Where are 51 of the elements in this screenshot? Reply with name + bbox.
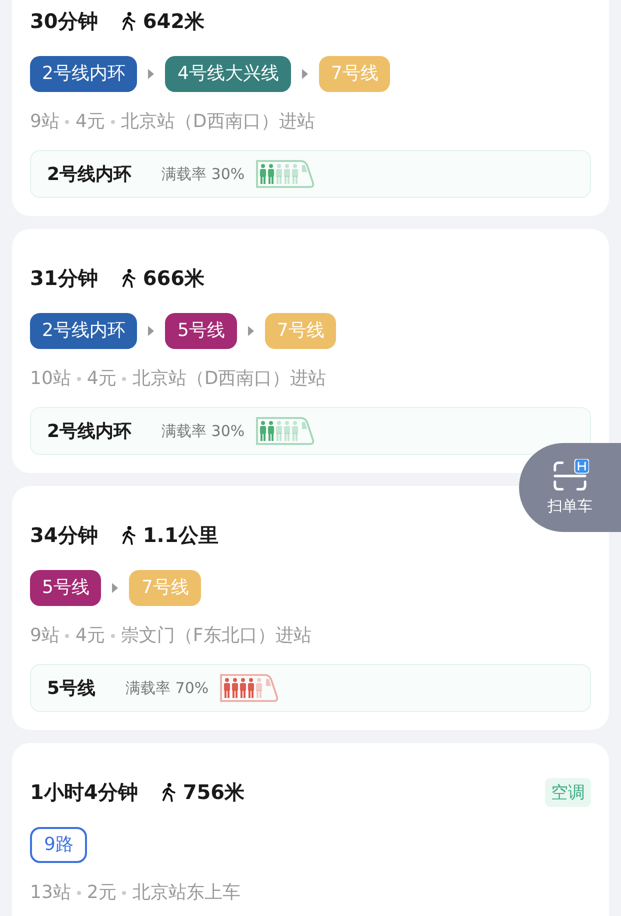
subway-line-chip: 2号线内环 — [30, 56, 138, 92]
walking-person-icon — [120, 524, 137, 546]
walk-distance: 756米 — [182, 778, 245, 806]
subway-line-chip: 7号线 — [264, 313, 336, 349]
route-info-text: 4元 — [86, 367, 116, 391]
duration-text: 31分钟 — [30, 264, 98, 292]
arrow-icon — [148, 69, 154, 79]
route-card[interactable]: 30分钟 642米 2号线内环 4号线大兴线 7号线 9站 4元 北京站（D西南口）进站 2号线内环 满载率 30% — [12, 0, 609, 216]
walk-distance: 642米 — [142, 8, 205, 34]
line-name: 5号线 — [47, 677, 96, 700]
arrow-icon — [112, 583, 118, 593]
arrow-icon — [302, 69, 308, 79]
load-rate-text: 满载率 30% — [162, 164, 245, 184]
arrow-icon — [248, 326, 254, 336]
subway-line-chip: 2号线内环 — [30, 313, 138, 349]
route-info-text: 13站 — [30, 881, 71, 905]
walking-person-icon — [120, 268, 137, 288]
walk-distance: 666米 — [142, 264, 205, 292]
route-info-text: 10站 — [30, 367, 71, 391]
duration-text: 30分钟 — [30, 8, 98, 34]
load-rate-text: 满载率 30% — [162, 422, 245, 440]
walking-person-icon — [160, 782, 177, 802]
subway-line-chip: 7号线 — [318, 56, 390, 92]
route-info-text: 9站 — [30, 624, 60, 648]
scan-bike-button[interactable]: 扫单车 — [519, 443, 621, 532]
walk-distance: 1.1公里 — [142, 522, 218, 548]
air-conditioning-tag: 空调 — [545, 778, 591, 806]
subway-line-chip: 4号线大兴线 — [165, 56, 291, 92]
route-info-text: 崇文门（F东北口）进站 — [120, 624, 312, 648]
scan-bike-label: 扫单车 — [548, 497, 592, 516]
subway-line-chip: 7号线 — [129, 570, 201, 606]
bus-line-chip: 9路 — [30, 827, 88, 863]
walking-person-icon — [120, 10, 137, 32]
line-name: 2号线内环 — [47, 163, 132, 186]
duration-text: 1小时4分钟 — [30, 778, 138, 806]
route-info-text: 9站 — [30, 110, 60, 134]
route-card[interactable]: 31分钟 666米 2号线内环 5号线 7号线 10站 4元 北京站（D西南口）进站 2号线内环 满载率 30% — [12, 229, 609, 473]
route-info-text: 北京站（D西南口）进站 — [132, 367, 326, 391]
scan-icon — [551, 459, 589, 493]
route-info-text: 北京站（D西南口）进站 — [120, 110, 315, 134]
load-rate-text: 满载率 70% — [126, 678, 209, 698]
duration-text: 34分钟 — [30, 522, 98, 548]
subway-line-chip: 5号线 — [30, 570, 102, 606]
route-card[interactable]: 1小时4分钟 756米 空调 9路 13站 2元 北京站东上车 — [12, 743, 609, 916]
line-name: 2号线内环 — [47, 420, 132, 443]
arrow-icon — [148, 326, 154, 336]
route-info-text: 4元 — [75, 110, 105, 134]
route-info-text: 2元 — [86, 881, 116, 905]
route-info-text: 北京站东上车 — [132, 881, 240, 905]
route-info-text: 4元 — [75, 624, 105, 648]
subway-line-chip: 5号线 — [165, 313, 237, 349]
